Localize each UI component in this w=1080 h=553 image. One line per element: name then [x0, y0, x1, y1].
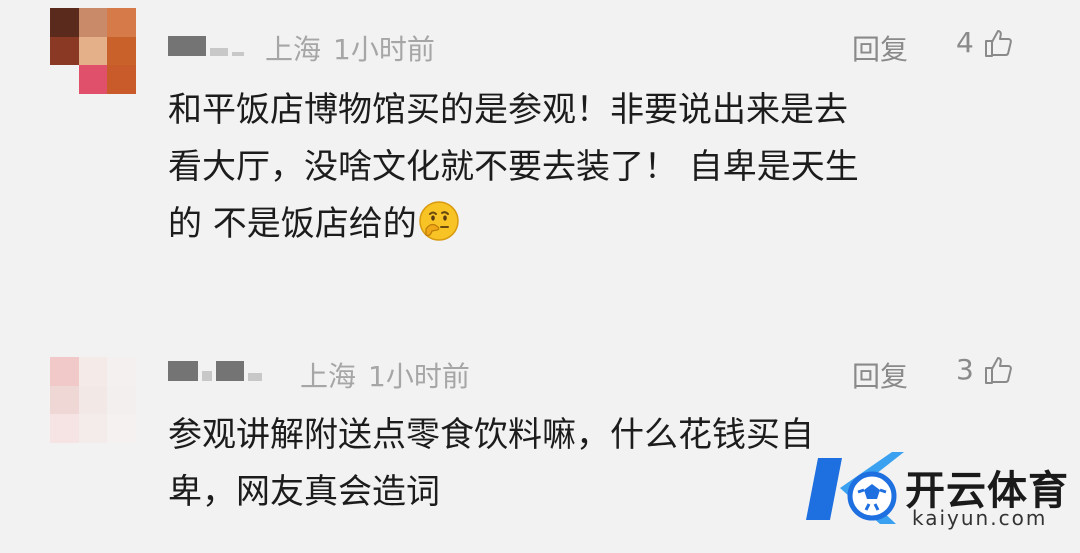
comment-line: 看大厅，没啥文化就不要去装了！ 自卑是天生: [168, 147, 859, 187]
reply-button[interactable]: 回复: [852, 355, 908, 395]
avatar[interactable]: [50, 357, 136, 443]
like-count: 3: [956, 353, 974, 386]
timestamp: 1小时前: [368, 360, 470, 393]
location: 上海: [265, 33, 322, 66]
thumbs-up-icon: [984, 356, 1012, 384]
comment-text: 和平饭店博物馆买的是参观！非要说出来是去 看大厅，没啥文化就不要去装了！ 自卑是…: [168, 82, 1028, 253]
thinking-face-emoji-icon: [419, 201, 459, 241]
comment-meta: 上海 1小时前: [265, 28, 447, 68]
like-button[interactable]: 4: [956, 26, 1014, 59]
comment-meta: 上海 1小时前: [300, 355, 482, 395]
like-button[interactable]: 3: [956, 353, 1014, 386]
comment-line: 卑，网友真会造词: [168, 472, 440, 512]
comment-line: 参观讲解附送点零食饮料嘛，什么花钱买自: [168, 415, 814, 455]
watermark-domain: kaiyun.com: [912, 506, 1048, 530]
avatar[interactable]: [50, 8, 136, 94]
username-blurred[interactable]: [168, 359, 262, 381]
comment-line: 和平饭店博物馆买的是参观！非要说出来是去: [168, 90, 848, 130]
thumbs-up-icon: [984, 29, 1012, 57]
location: 上海: [300, 360, 357, 393]
reply-button[interactable]: 回复: [852, 28, 908, 68]
comment-line: 的 不是饭店给的: [168, 204, 417, 244]
comment-item: 上海 1小时前 回复 4 和平饭店博物馆买的是参观！非要说出来是去 看大厅，没啥文…: [0, 0, 1080, 290]
like-count: 4: [956, 26, 974, 59]
username-blurred[interactable]: [168, 34, 244, 56]
timestamp: 1小时前: [333, 33, 435, 66]
